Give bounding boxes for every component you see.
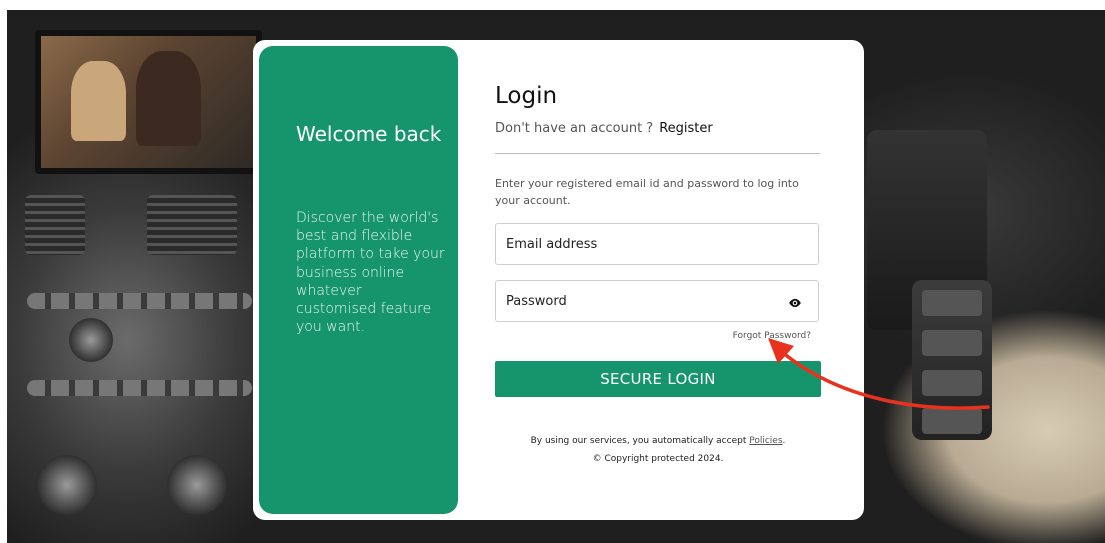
password-field[interactable] <box>496 281 776 321</box>
climate-knob-right <box>167 455 227 515</box>
radio-button-row-bottom <box>27 380 252 396</box>
policy-suffix: . <box>782 436 786 446</box>
copyright-text: © Copyright protected 2024. <box>592 454 724 464</box>
screen-person-woman <box>71 61 126 141</box>
no-account-text: Don't have an account ? <box>495 121 654 136</box>
email-field-container <box>495 223 819 265</box>
login-title: Login <box>495 83 558 109</box>
eye-icon[interactable] <box>788 295 802 309</box>
password-field-container <box>495 280 819 322</box>
door-switch <box>922 408 982 434</box>
welcome-heading: Welcome back <box>296 122 442 146</box>
screen-person-man <box>136 51 201 146</box>
left-air-vent <box>25 195 85 255</box>
divider <box>495 153 820 154</box>
welcome-panel: Welcome back Discover the world's best a… <box>259 46 458 514</box>
no-account-line: Don't have an account ? Register <box>495 121 713 136</box>
climate-knob-left <box>37 455 97 515</box>
legal-notice: By using our services, you automatically… <box>495 432 821 468</box>
policies-link[interactable]: Policies <box>749 436 782 446</box>
radio-knob <box>69 318 113 362</box>
door-switch <box>922 370 982 396</box>
radio-button-row-top <box>27 293 252 309</box>
login-instructions: Enter your registered email id and passw… <box>495 177 799 207</box>
secure-login-button[interactable]: SECURE LOGIN <box>495 361 821 397</box>
policy-prefix: By using our services, you automatically… <box>530 436 747 446</box>
door-switch <box>922 330 982 356</box>
center-air-vent <box>147 195 237 255</box>
forgot-password-link[interactable]: Forgot Password? <box>733 331 811 341</box>
policy-line: By using our services, you automatically… <box>495 432 821 450</box>
login-card: Welcome back Discover the world's best a… <box>253 40 864 520</box>
welcome-tagline: Discover the world's best and flexible p… <box>296 210 445 336</box>
email-field[interactable] <box>496 224 776 264</box>
door-switch-panel <box>912 280 992 440</box>
register-link[interactable]: Register <box>659 121 713 136</box>
door-switch <box>922 290 982 316</box>
dashboard-screen <box>35 30 262 174</box>
